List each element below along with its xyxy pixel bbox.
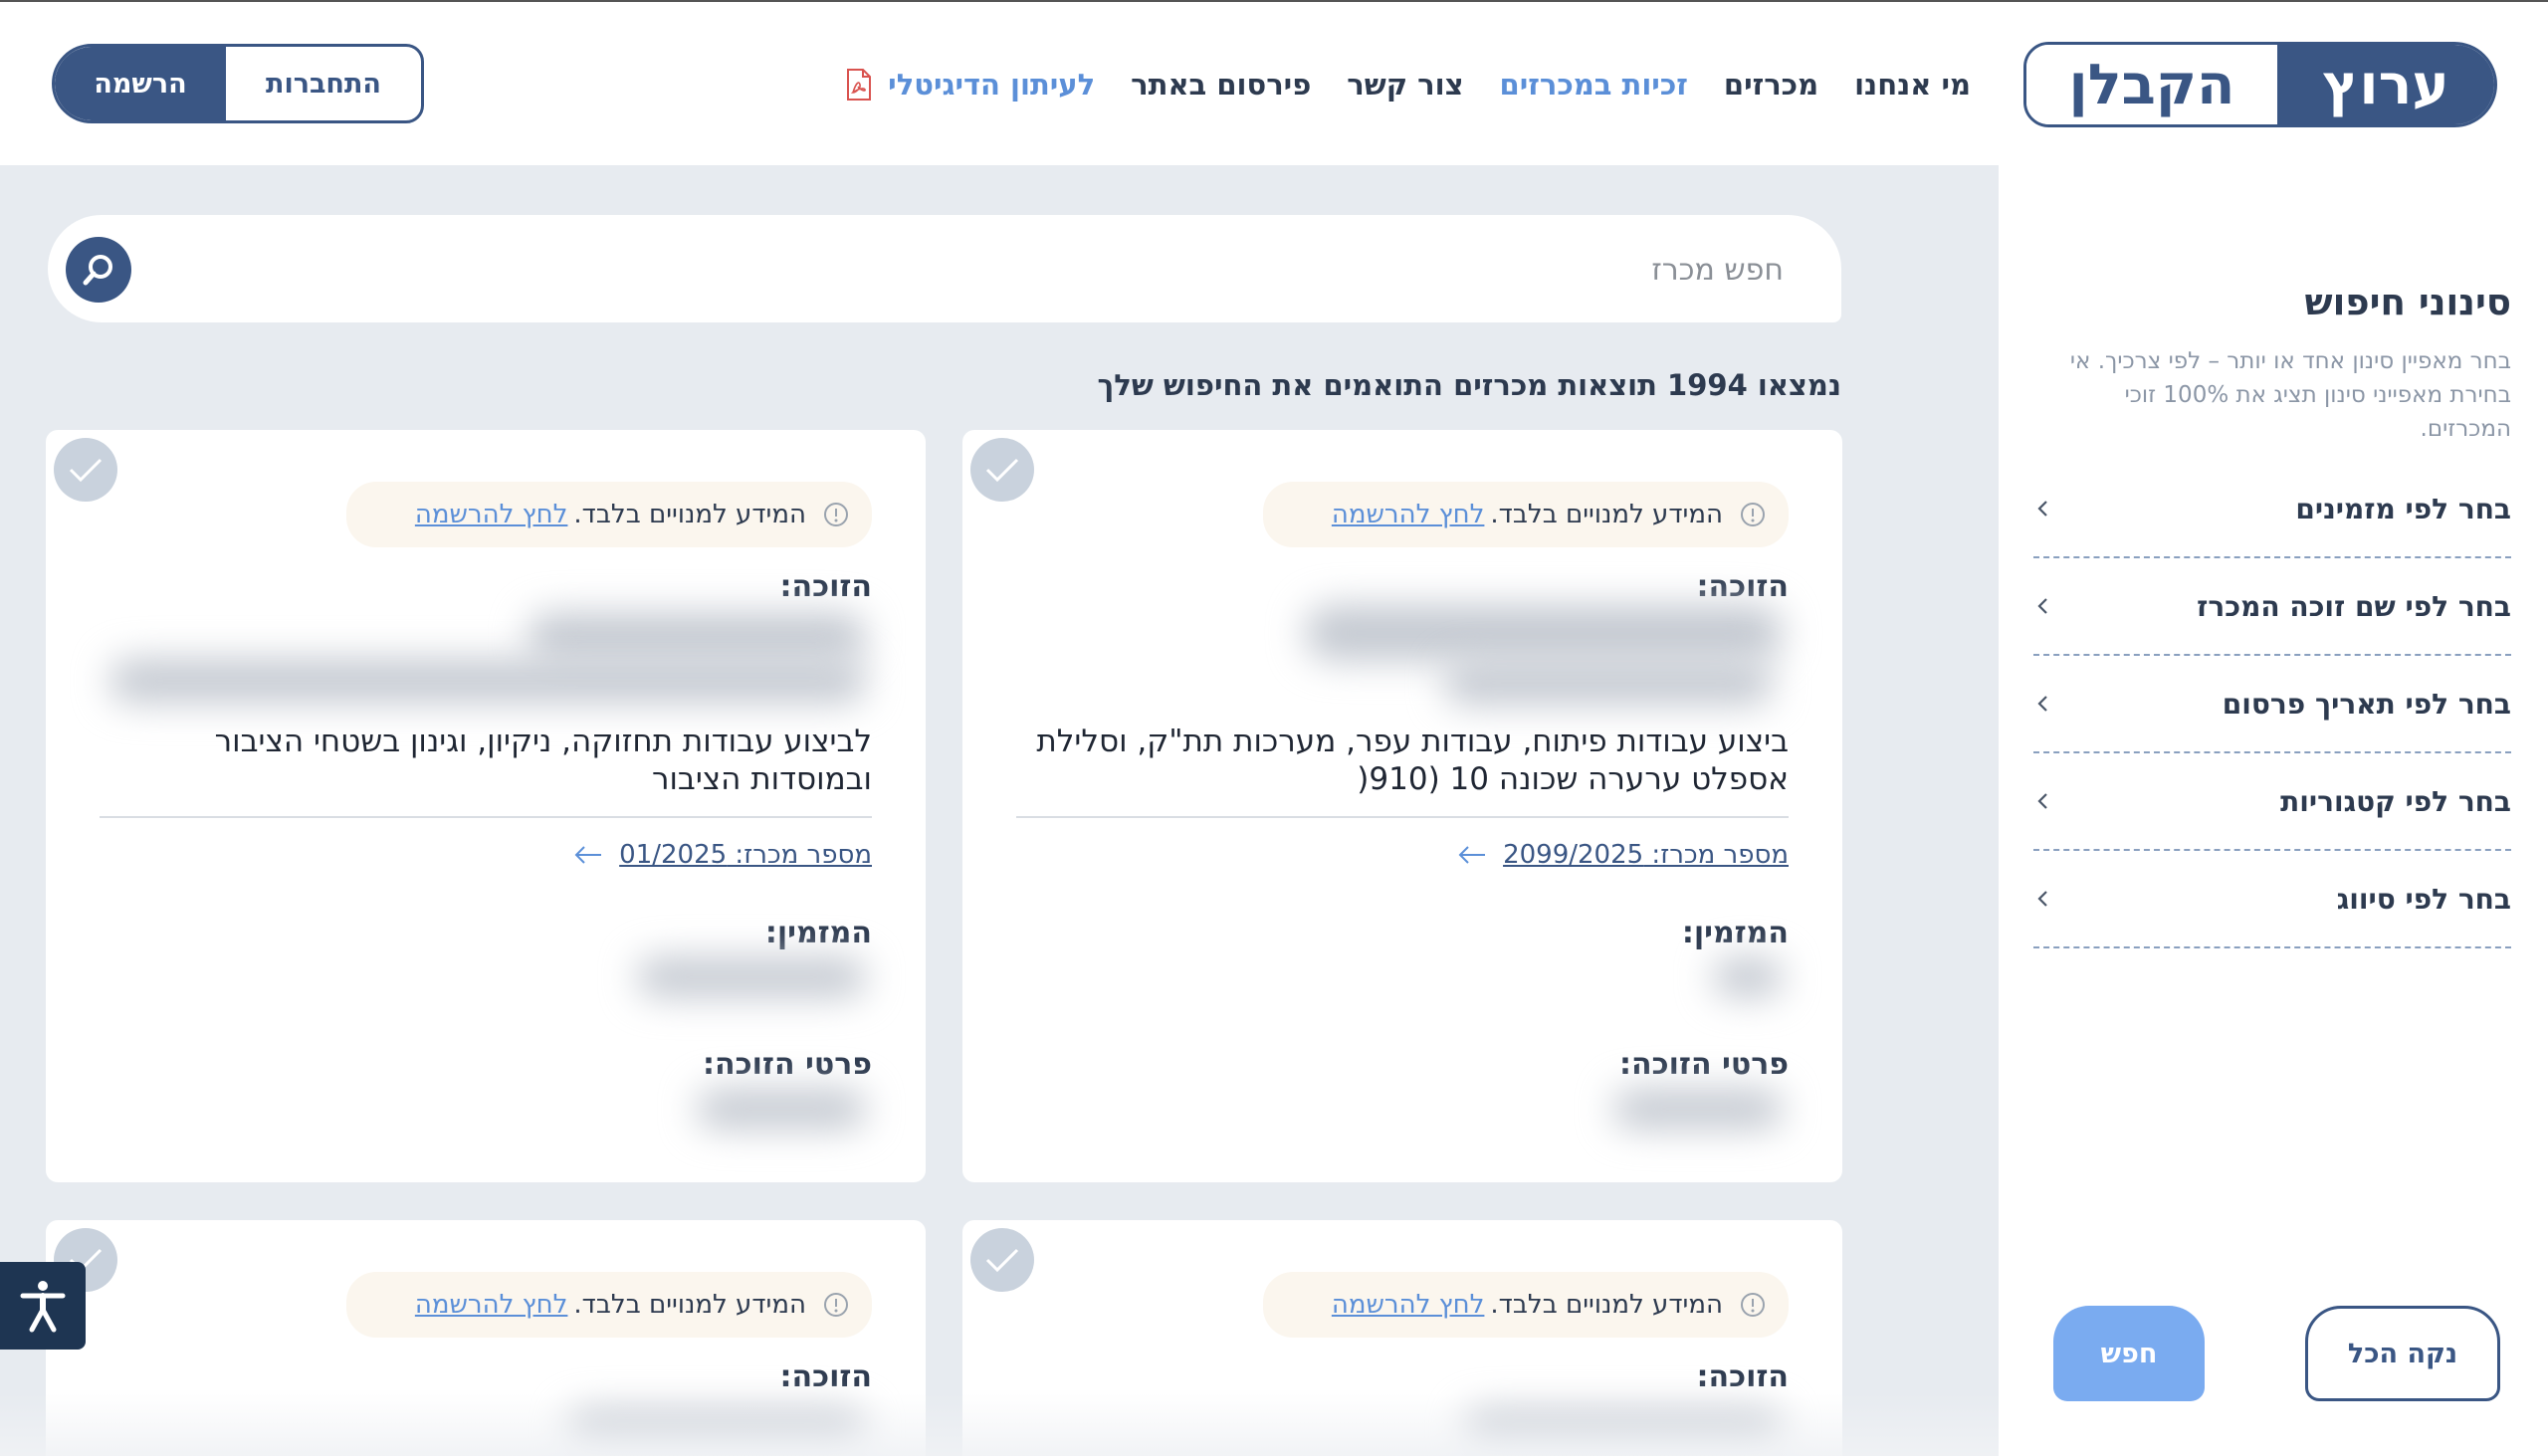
notice-text: המידע למנויים בלבד.	[573, 500, 806, 529]
chevron-left-icon	[2037, 501, 2047, 517]
tender-number-link[interactable]: מספר מכרז: 01/2025	[573, 840, 872, 870]
subscriber-notice: המידע למנויים בלבד. לחץ להרשמה	[346, 1272, 872, 1338]
register-link[interactable]: לחץ להרשמה	[1332, 500, 1485, 529]
tender-description: ביצוע עבודות פיתוח, עבודות עפר, מערכות ת…	[1036, 724, 1789, 797]
blurred-winner-name	[1444, 661, 1773, 705]
register-link[interactable]: לחץ להרשמה	[1332, 1290, 1485, 1320]
filter-label: בחר לפי שם זוכה המכרז	[2197, 589, 2511, 623]
accessibility-button[interactable]	[0, 1262, 86, 1350]
blurred-winner-name	[1305, 605, 1783, 661]
tender-number-link[interactable]: מספר מכרז: 2099/2025	[1457, 840, 1789, 870]
filter-label: בחר לפי קטגוריות	[2280, 784, 2511, 818]
nav-advertise[interactable]: פירסום באתר	[1131, 68, 1311, 102]
winner-label: הזוכה:	[779, 1359, 872, 1394]
select-check[interactable]	[970, 1228, 1034, 1292]
filters-title: סינוני חיפוש	[2304, 281, 2511, 323]
info-icon	[1741, 503, 1765, 526]
nav-tenders[interactable]: מכרזים	[1724, 68, 1818, 102]
register-link[interactable]: לחץ להרשמה	[415, 500, 568, 529]
accessibility-icon	[20, 1281, 66, 1333]
clear-all-button[interactable]: נקה הכל	[2305, 1306, 2500, 1401]
pdf-icon[interactable]	[846, 69, 872, 101]
notice-text: המידע למנויים בלבד.	[1490, 500, 1723, 529]
winner-label: הזוכה:	[779, 569, 872, 604]
search-bar	[48, 215, 1841, 322]
tender-win-card[interactable]: המידע למנויים בלבד. לחץ להרשמה הזוכה:	[46, 1220, 926, 1456]
subscriber-notice: המידע למנויים בלבד. לחץ להרשמה	[346, 482, 872, 547]
blurred-winner-name	[567, 1409, 866, 1449]
tender-number: מספר מכרז: 2099/2025	[1503, 840, 1789, 870]
tender-win-card[interactable]: המידע למנויים בלבד. לחץ להרשמה הזוכה: בי…	[962, 430, 1842, 1182]
filter-label: בחר לפי סיווג	[2336, 882, 2511, 916]
site-header: ערוץ הקבלן מי אנחנו מכרזים זכיות במכרזים…	[0, 0, 2548, 165]
results-count: נמצאו 1994 תוצאות מכרזים התואמים את החיפ…	[1097, 368, 1841, 402]
select-check[interactable]	[54, 438, 117, 502]
info-icon	[824, 503, 848, 526]
filters-list: בחר לפי מזמינים בחר לפי שם זוכה המכרז בח…	[2033, 461, 2511, 948]
main-nav: מי אנחנו מכרזים זכיות במכרזים צור קשר פי…	[846, 62, 1971, 107]
filter-label: בחר לפי תאריך פרסום	[2222, 687, 2511, 721]
filters-sidebar: סינוני חיפוש בחר מאפיין סינון אחד או יות…	[1999, 165, 2548, 1456]
logo-main-text: ערוץ	[2277, 45, 2494, 124]
blurred-details	[697, 1089, 866, 1129]
filter-label: בחר לפי מזמינים	[2295, 492, 2511, 525]
chevron-left-icon	[2037, 891, 2047, 907]
notice-text: המידע למנויים בלבד.	[1490, 1290, 1723, 1320]
nav-digital-newspaper[interactable]: לעיתון הדיגיטלי	[888, 68, 1095, 102]
site-logo[interactable]: ערוץ הקבלן	[2023, 42, 2497, 127]
login-button[interactable]: התחברות	[226, 47, 421, 120]
info-icon	[824, 1293, 848, 1317]
tender-description: לביצוע עבודות תחזוקה, ניקיון, וגינון בשט…	[214, 724, 872, 797]
check-icon	[985, 458, 1019, 483]
tender-win-card[interactable]: המידע למנויים בלבד. לחץ להרשמה הזוכה: לב…	[46, 430, 926, 1182]
winner-label: הזוכה:	[1696, 569, 1789, 604]
apply-search-button[interactable]: חפש	[2053, 1306, 2205, 1401]
tender-number: מספר מכרז: 01/2025	[619, 840, 872, 870]
auth-buttons: הרשמה התחברות	[52, 44, 424, 123]
chevron-left-icon	[2037, 793, 2047, 809]
filters-description: בחר מאפיין סינון אחד או יותר – לפי צרכיך…	[2069, 348, 2511, 442]
nav-tender-wins[interactable]: זכיות במכרזים	[1500, 68, 1688, 102]
blurred-winner-name	[1464, 1409, 1783, 1449]
details-label: פרטי הזוכה:	[703, 1047, 872, 1082]
chevron-left-icon	[2037, 598, 2047, 614]
nav-contact[interactable]: צור קשר	[1347, 68, 1463, 102]
winner-label: הזוכה:	[1696, 1359, 1789, 1394]
register-link[interactable]: לחץ להרשמה	[415, 1290, 568, 1320]
filter-publish-date[interactable]: בחר לפי תאריך פרסום	[2033, 656, 2511, 753]
filter-winner-name[interactable]: בחר לפי שם זוכה המכרז	[2033, 558, 2511, 656]
tender-win-card[interactable]: המידע למנויים בלבד. לחץ להרשמה הזוכה:	[962, 1220, 1842, 1456]
filter-classification[interactable]: בחר לפי סיווג	[2033, 851, 2511, 948]
select-check[interactable]	[970, 438, 1034, 502]
divider	[1016, 816, 1789, 818]
divider	[100, 816, 872, 818]
arrow-left-icon	[574, 846, 602, 864]
chevron-left-icon	[2037, 696, 2047, 712]
details-label: פרטי הזוכה:	[1619, 1047, 1789, 1082]
blurred-issuer	[1713, 957, 1783, 997]
register-button[interactable]: הרשמה	[55, 47, 226, 120]
check-icon	[69, 458, 103, 483]
search-button[interactable]	[66, 237, 131, 303]
issuer-label: המזמין:	[764, 916, 872, 950]
blurred-issuer	[637, 957, 866, 997]
nav-about[interactable]: מי אנחנו	[1854, 68, 1971, 102]
blurred-winner-name	[528, 613, 866, 661]
subscriber-notice: המידע למנויים בלבד. לחץ להרשמה	[1263, 1272, 1789, 1338]
filter-categories[interactable]: בחר לפי קטגוריות	[2033, 753, 2511, 851]
logo-sub-text: הקבלן	[2026, 45, 2277, 124]
arrow-left-icon	[1458, 846, 1486, 864]
filter-issuers[interactable]: בחר לפי מזמינים	[2033, 461, 2511, 558]
check-icon	[985, 1248, 1019, 1273]
search-input[interactable]	[291, 245, 1784, 295]
blurred-details	[1613, 1089, 1783, 1129]
blurred-winner-name	[109, 659, 866, 703]
issuer-label: המזמין:	[1681, 916, 1789, 950]
search-icon	[83, 255, 112, 286]
notice-text: המידע למנויים בלבד.	[573, 1290, 806, 1320]
subscriber-notice: המידע למנויים בלבד. לחץ להרשמה	[1263, 482, 1789, 547]
info-icon	[1741, 1293, 1765, 1317]
